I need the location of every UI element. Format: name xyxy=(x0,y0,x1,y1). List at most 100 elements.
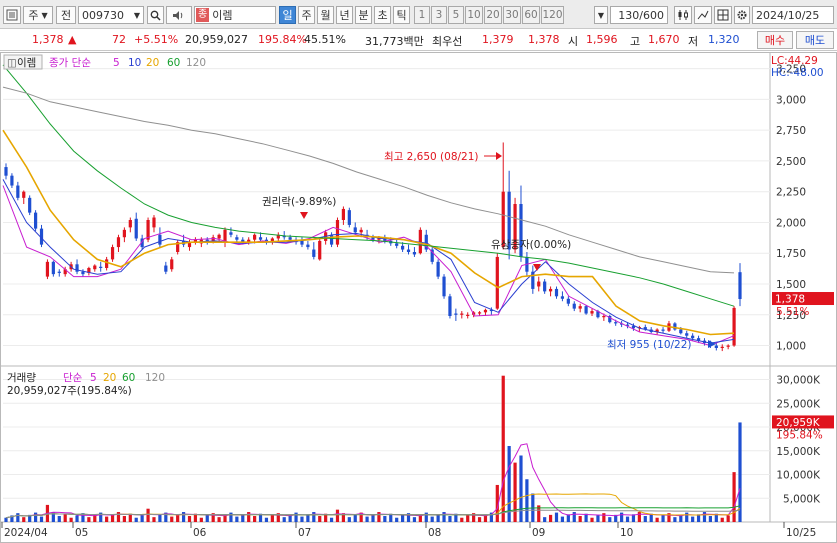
volume-bar xyxy=(69,517,73,522)
volume-bar xyxy=(217,517,221,522)
count-field[interactable]: 130/600 xyxy=(610,6,668,24)
candle-body xyxy=(566,298,570,304)
candle-body xyxy=(116,237,121,248)
minute-tab[interactable]: 60 xyxy=(522,6,540,24)
price-tick-label: 1,750 xyxy=(776,248,806,260)
minute-tab[interactable]: 10 xyxy=(465,6,483,24)
volume-bar xyxy=(548,514,553,522)
x-axis-label: 10 xyxy=(620,527,633,539)
hc-label: HC:-48.00 xyxy=(771,67,824,79)
candle-body xyxy=(128,220,132,228)
pref-ask: 1,379 xyxy=(482,33,514,46)
chart-area[interactable]: 3,250 3,000 2,750 2,500 2,250 2,000 1,750 1,500… xyxy=(0,52,837,543)
period-tab[interactable]: 년 xyxy=(336,6,353,24)
candle-body xyxy=(466,314,470,316)
x-axis-bar xyxy=(0,521,837,543)
buy-button[interactable]: 매수 xyxy=(757,31,793,49)
candle-body xyxy=(661,329,665,331)
volume-bar xyxy=(75,515,79,522)
volume-tick-label: 5,000K xyxy=(783,493,821,505)
candle-body xyxy=(602,316,606,318)
volume-bar xyxy=(637,512,641,522)
grid-icon[interactable] xyxy=(714,6,732,24)
volume-bar xyxy=(205,515,209,522)
chart-list-icon[interactable] xyxy=(3,6,21,24)
chart-canvas[interactable]: 3,2503,0002,7502,5002,2502,0001,7501,500… xyxy=(0,52,837,543)
minute-tab[interactable]: 3 xyxy=(431,6,447,24)
minute-tab[interactable]: 120 xyxy=(541,6,564,24)
period-tab[interactable]: 월 xyxy=(317,6,334,24)
chevron-down-icon[interactable]: ▼ xyxy=(594,6,608,24)
type-select[interactable]: 주 ▼ xyxy=(23,6,53,24)
volume-bar xyxy=(300,516,304,522)
gear-icon[interactable] xyxy=(734,6,750,24)
volume-bar xyxy=(116,512,121,522)
x-axis-label: 07 xyxy=(298,527,311,539)
volume-bar xyxy=(16,513,20,522)
stock-code-input[interactable]: 009730 ▼ xyxy=(78,6,144,24)
candle-body xyxy=(691,335,695,339)
volume-bar xyxy=(655,517,659,522)
candle-body xyxy=(22,191,26,198)
chevron-down-icon: ▼ xyxy=(133,10,140,20)
candle-body xyxy=(4,167,8,176)
volume-bar xyxy=(57,516,61,522)
volume-bar xyxy=(247,512,251,522)
search-icon[interactable] xyxy=(147,6,164,24)
volume-bar xyxy=(395,517,399,522)
volume-bar xyxy=(400,515,405,522)
volume-bar xyxy=(318,516,322,522)
volume-bar xyxy=(519,455,523,522)
line-tool-icon[interactable] xyxy=(694,6,712,24)
period-tab[interactable]: 일 xyxy=(279,6,296,24)
date-value: 2024/10/25 xyxy=(756,8,820,22)
minute-tab[interactable]: 30 xyxy=(503,6,521,24)
candle-body xyxy=(720,346,724,348)
candle-body xyxy=(235,237,239,240)
volume-bar xyxy=(63,513,67,522)
stock-name-field[interactable]: 종 이렘 xyxy=(194,6,276,24)
sound-icon[interactable] xyxy=(166,6,192,24)
quote-bar: 1,378 ▲ 72 +5.51% 20,959,027 195.84% 45.… xyxy=(0,29,837,51)
volume-bar xyxy=(608,517,612,522)
candle-body xyxy=(347,210,351,225)
candle-body xyxy=(229,232,233,235)
max-price-annotation: 최고 2,650 (08/21) xyxy=(384,151,479,163)
candle-body xyxy=(442,276,446,297)
candle-body xyxy=(673,323,677,330)
volume-bar xyxy=(448,516,452,522)
candle-body xyxy=(134,218,138,239)
candle-body xyxy=(436,261,440,277)
volume-bar xyxy=(477,517,482,522)
volume-bar xyxy=(602,513,606,522)
period-tab[interactable]: 틱 xyxy=(393,6,410,24)
last-price-pct: 5.51% xyxy=(776,306,809,318)
volume-tick-label: 25,000K xyxy=(776,398,821,410)
price-tick-label: 2,000 xyxy=(776,217,806,229)
volume-bar xyxy=(691,516,695,522)
volume-value: 20,959,027 xyxy=(185,33,248,46)
candle-type-icon[interactable] xyxy=(674,6,692,24)
volume-bar xyxy=(377,512,381,522)
market-select[interactable]: 전 xyxy=(56,6,76,24)
turnover-ratio: 45.51% xyxy=(304,33,346,46)
period-tab[interactable]: 초 xyxy=(374,6,391,24)
candle-body xyxy=(560,296,565,299)
volume-bar xyxy=(554,512,559,522)
volume-bar xyxy=(643,516,647,522)
x-axis-label: 06 xyxy=(193,527,207,539)
period-tab[interactable]: 분 xyxy=(355,6,372,24)
minute-tab[interactable]: 5 xyxy=(448,6,464,24)
minute-tab[interactable]: 20 xyxy=(484,6,502,24)
price-tick-label: 2,750 xyxy=(776,125,806,137)
sell-button[interactable]: 매도 xyxy=(796,31,834,49)
candle-body xyxy=(170,259,174,270)
candle-body xyxy=(288,237,292,240)
candle-body xyxy=(400,245,405,250)
minute-tab[interactable]: 1 xyxy=(414,6,430,24)
period-tab[interactable]: 주 xyxy=(298,6,315,24)
volume-bar xyxy=(347,517,351,522)
price-change: 72 xyxy=(112,33,126,46)
date-field[interactable]: 2024/10/25 xyxy=(752,6,834,24)
high-label: 고 xyxy=(630,35,641,48)
